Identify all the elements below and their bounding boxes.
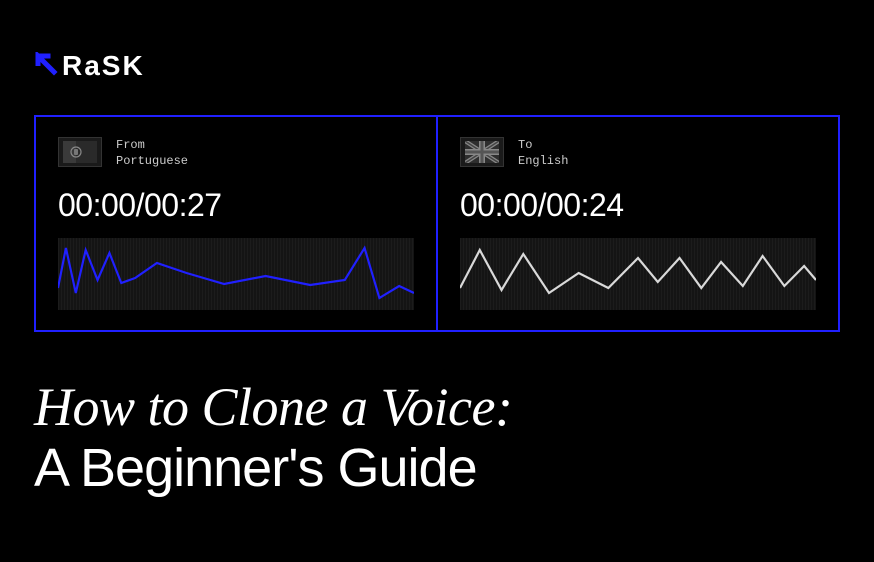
language-name: English (518, 153, 568, 169)
target-lang-labels: To English (518, 137, 568, 169)
title-line-2: A Beginner's Guide (34, 437, 840, 499)
title-line-1: How to Clone a Voice: (34, 378, 840, 437)
source-time: 00:00/00:27 (58, 187, 414, 224)
page-title: How to Clone a Voice: A Beginner's Guide (34, 378, 840, 499)
source-waveform (58, 238, 414, 310)
source-lang-labels: From Portuguese (116, 137, 188, 169)
portugal-flag-icon (58, 137, 102, 167)
uk-flag-icon (460, 137, 504, 167)
source-panel: From Portuguese 00:00/00:27 (36, 117, 438, 330)
brand-name: RaSK (62, 50, 145, 82)
translation-panels: From Portuguese 00:00/00:27 (34, 115, 840, 332)
source-lang-row: From Portuguese (58, 137, 414, 169)
target-panel: To English 00:00/00:24 (438, 117, 838, 330)
language-name: Portuguese (116, 153, 188, 169)
target-waveform (460, 238, 816, 310)
direction-label: From (116, 137, 188, 153)
logo-arrow-icon (34, 52, 58, 81)
target-time: 00:00/00:24 (460, 187, 816, 224)
brand-logo: RaSK (34, 50, 145, 82)
target-lang-row: To English (460, 137, 816, 169)
direction-label: To (518, 137, 568, 153)
